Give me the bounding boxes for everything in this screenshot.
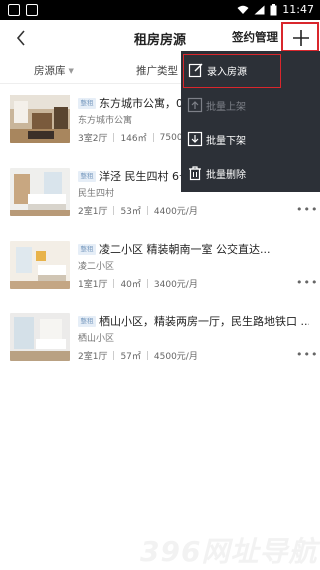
- listing-price: 7500: [159, 132, 183, 143]
- edit-icon: [188, 63, 203, 78]
- divider: [146, 351, 148, 360]
- filter-label: 房源库: [34, 65, 66, 77]
- notification-icons: [8, 4, 38, 16]
- menu-item-batch-delist[interactable]: 批量下架: [181, 122, 320, 156]
- listing-community: 凌二小区: [78, 262, 115, 272]
- divider: [152, 133, 154, 142]
- battery-icon: [270, 3, 277, 15]
- listing-photo: [10, 168, 70, 216]
- filter-promotion-type[interactable]: 推广类型 ▼: [136, 63, 186, 78]
- divider: [113, 133, 115, 142]
- listing-item[interactable]: 整租 栖山小区，精装两房一厅，民生路地铁口 ... 栖山小区 2室1厅 57㎡ …: [0, 313, 320, 373]
- filter-label: 推广类型: [136, 65, 178, 77]
- divider: [113, 279, 115, 288]
- listing-area: 57㎡: [120, 352, 141, 362]
- listing-price: 4500元/月: [153, 352, 198, 362]
- download-icon: [187, 131, 203, 147]
- menu-item-label: 批量删除: [206, 170, 246, 181]
- divider: [146, 206, 148, 215]
- listing-community: 栖山小区: [78, 334, 115, 344]
- listing-area: 53㎡: [120, 207, 141, 217]
- filter-house-source[interactable]: 房源库 ▼: [34, 63, 74, 78]
- listing-meta: 1室1厅 40㎡ 3400元/月: [78, 277, 198, 290]
- trash-icon: [189, 166, 201, 181]
- listing-community: 民生四村: [78, 189, 115, 199]
- more-options-button[interactable]: •••: [296, 204, 318, 215]
- watermark-text: 396网址导航: [140, 535, 318, 568]
- contract-management-link[interactable]: 签约管理: [232, 29, 278, 45]
- listing-area: 146㎡: [120, 134, 147, 144]
- menu-item-batch-delete[interactable]: 批量删除: [181, 156, 320, 190]
- listing-meta: 2室1厅 57㎡ 4500元/月: [78, 349, 198, 362]
- listing-photo: [10, 241, 70, 289]
- wifi-icon: [237, 5, 249, 14]
- more-options-button[interactable]: •••: [296, 277, 318, 288]
- divider: [146, 279, 148, 288]
- upload-icon: [187, 97, 203, 113]
- listing-meta: 2室1厅 53㎡ 4400元/月: [78, 204, 198, 217]
- signal-icon: [254, 5, 265, 14]
- menu-item-batch-list[interactable]: 批量上架: [181, 88, 320, 122]
- listing-title: 栖山小区，精装两房一厅，民生路地铁口 ...: [99, 315, 309, 328]
- listing-rooms: 3室2厅: [78, 134, 108, 144]
- menu-item-add-listing[interactable]: 录入房源: [183, 54, 281, 88]
- listing-title: 凌二小区 精装朝南一室 公交直达...: [99, 243, 271, 256]
- listing-rooms: 2室1厅: [78, 207, 108, 217]
- menu-item-label: 批量上架: [206, 102, 246, 113]
- listing-photo: [10, 313, 70, 361]
- status-bar: 11:47: [0, 0, 320, 20]
- more-options-button[interactable]: •••: [296, 349, 318, 360]
- notification-icon: [26, 4, 38, 16]
- listing-price: 4400元/月: [153, 207, 198, 217]
- listing-community: 东方城市公寓: [78, 116, 133, 126]
- listing-rooms: 2室1厅: [78, 352, 108, 362]
- listing-meta: 3室2厅 146㎡ 7500: [78, 131, 183, 145]
- listing-tag: 整租: [78, 98, 96, 109]
- listing-tag: 整租: [78, 316, 96, 327]
- add-dropdown-menu: 录入房源 批量上架 批量下架 批量删除: [181, 51, 320, 192]
- add-button[interactable]: [281, 22, 319, 52]
- listing-tag: 整租: [78, 171, 96, 182]
- listing-tag: 整租: [78, 244, 96, 255]
- listing-price: 3400元/月: [153, 280, 198, 290]
- watermark-logo: 396网址导航: [140, 530, 320, 568]
- divider: [113, 206, 115, 215]
- notification-icon: [8, 4, 20, 16]
- divider: [113, 351, 115, 360]
- listing-area: 40㎡: [120, 280, 141, 290]
- listing-rooms: 1室1厅: [78, 280, 108, 290]
- listing-item[interactable]: 整租 凌二小区 精装朝南一室 公交直达... 凌二小区 1室1厅 40㎡ 340…: [0, 241, 320, 301]
- listing-photo: [10, 95, 70, 143]
- menu-item-label: 录入房源: [207, 67, 247, 78]
- plus-icon: [293, 30, 309, 46]
- clock: 11:47: [282, 3, 314, 16]
- menu-item-label: 批量下架: [206, 136, 246, 147]
- caret-down-icon: ▼: [68, 66, 74, 75]
